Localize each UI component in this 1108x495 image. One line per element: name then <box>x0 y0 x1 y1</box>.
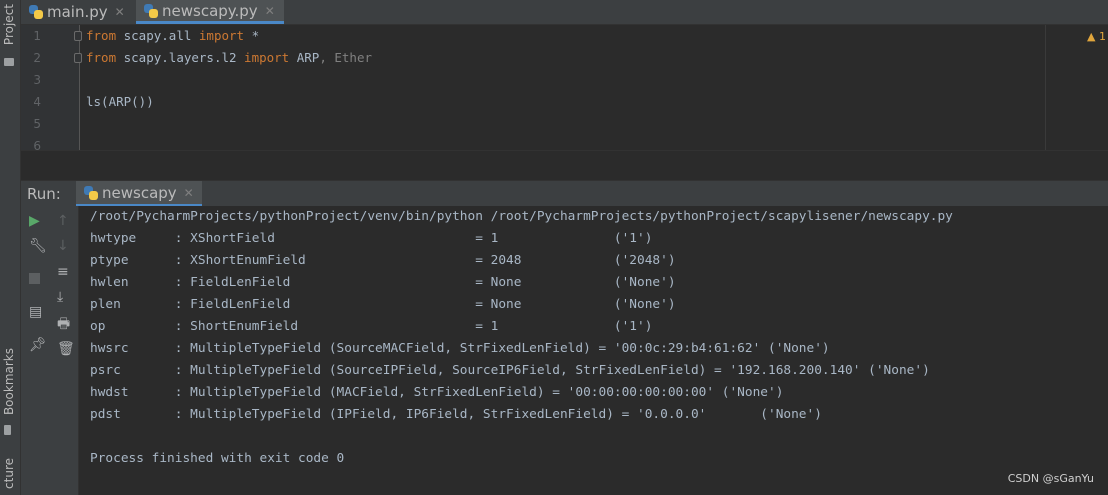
line-number: 3 <box>33 73 41 87</box>
console-line: ptype : XShortEnumField = 2048 ('2048') <box>90 253 676 268</box>
console-line: hwdst : MultipleTypeField (MACField, Str… <box>90 385 784 400</box>
run-toolbar-primary: ▶ 🔧︎ ▤ 📌︎ <box>21 206 50 495</box>
wrench-icon[interactable]: 🔧︎ <box>29 239 47 253</box>
line-number-gutter: 1 2 3 4 5 6 <box>21 25 80 150</box>
up-arrow-icon[interactable]: ↑ <box>57 214 69 228</box>
run-tab-newscapy[interactable]: newscapy ✕ <box>76 181 202 207</box>
fold-marker-icon[interactable] <box>74 31 82 41</box>
structure-tool-button[interactable]: cture <box>2 458 16 489</box>
rerun-icon[interactable]: ▶ <box>29 214 40 228</box>
run-panel-header: Run: newscapy ✕ <box>21 180 1108 207</box>
editor-empty-area <box>21 150 1108 181</box>
line-number: 6 <box>33 139 41 150</box>
python-file-icon <box>84 185 98 200</box>
console-line: hwlen : FieldLenField = None ('None') <box>90 275 676 290</box>
warning-indicator[interactable]: ▲ 1 <box>1087 30 1106 43</box>
python-file-icon <box>29 5 43 19</box>
console-line: hwtype : XShortField = 1 ('1') <box>90 231 653 246</box>
scroll-to-end-icon[interactable]: ⤓ <box>57 290 63 304</box>
print-icon[interactable]: 🖶︎ <box>57 317 70 331</box>
pin-icon[interactable]: 📌︎ <box>29 338 47 352</box>
console-line: /root/PycharmProjects/pythonProject/venv… <box>90 209 953 224</box>
down-arrow-icon[interactable]: ↓ <box>57 239 69 253</box>
line-number: 2 <box>33 51 41 65</box>
bookmarks-tool-button[interactable]: Bookmarks <box>2 348 16 415</box>
python-file-icon <box>144 3 158 18</box>
close-icon[interactable]: ✕ <box>184 186 194 200</box>
trash-icon[interactable]: 🗑︎ <box>57 342 75 356</box>
bookmark-icon <box>4 425 11 435</box>
editor-tab-bar: main.py ✕ newscapy.py ✕ <box>21 0 1108 25</box>
close-icon[interactable]: ✕ <box>115 5 125 19</box>
run-panel-title: Run: <box>27 185 61 203</box>
console-line: psrc : MultipleTypeField (SourceIPField,… <box>90 363 930 378</box>
layout-icon[interactable]: ▤ <box>29 305 42 319</box>
folder-icon <box>4 58 14 66</box>
code-line: ls(ARP()) <box>86 94 154 109</box>
line-number: 5 <box>33 117 41 131</box>
watermark: CSDN @sGanYu <box>1007 472 1094 485</box>
run-toolbar-secondary: ↑ ↓ ≡ ⤓ 🖶︎ 🗑︎ <box>49 206 79 495</box>
console-line: op : ShortEnumField = 1 ('1') <box>90 319 653 334</box>
stop-icon[interactable] <box>29 273 40 284</box>
code-line: from scapy.layers.l2 import ARP, Ether <box>86 50 372 65</box>
project-tool-button[interactable]: Project <box>2 4 16 45</box>
right-margin-guide <box>1045 25 1046 150</box>
close-icon[interactable]: ✕ <box>265 4 275 18</box>
code-line: from scapy.all import * <box>86 28 260 43</box>
console-output[interactable]: /root/PycharmProjects/pythonProject/venv… <box>79 206 1108 495</box>
tab-main-py[interactable]: main.py ✕ <box>21 0 133 24</box>
code-editor[interactable]: 1 2 3 4 5 6 from scapy.all import * from… <box>21 25 1108 150</box>
line-number: 1 <box>33 29 41 43</box>
tab-newscapy-py[interactable]: newscapy.py ✕ <box>136 0 284 24</box>
soft-wrap-icon[interactable]: ≡ <box>57 265 69 279</box>
console-line: Process finished with exit code 0 <box>90 451 345 466</box>
left-tool-strip: Project Bookmarks cture <box>0 0 21 495</box>
console-line: plen : FieldLenField = None ('None') <box>90 297 676 312</box>
console-line: pdst : MultipleTypeField (IPField, IP6Fi… <box>90 407 822 422</box>
fold-marker-icon[interactable] <box>74 53 82 63</box>
line-number: 4 <box>33 95 41 109</box>
console-line: hwsrc : MultipleTypeField (SourceMACFiel… <box>90 341 830 356</box>
